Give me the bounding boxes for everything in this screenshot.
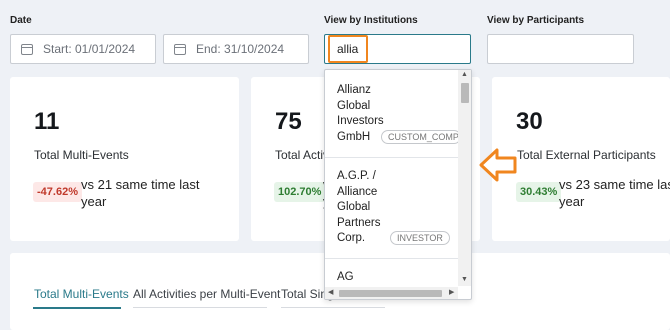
scroll-left-icon[interactable]: ◀ [328, 288, 333, 296]
option-text-line: Allianz [337, 84, 371, 96]
institutions-dropdown-list[interactable]: Allianz Global Investors GmbH CUSTOM_COM… [324, 69, 472, 300]
calendar-icon [21, 43, 33, 55]
kpi-label: Total Activ [275, 148, 330, 162]
kpi-value: 75 [275, 108, 302, 135]
option-text-line: Global [337, 201, 371, 213]
participants-search-input[interactable] [487, 34, 634, 64]
comparison-line: year [559, 194, 585, 209]
kpi-comparison: vs 21 same time last year [81, 176, 200, 210]
option-type-chip: INVESTOR [390, 231, 450, 245]
tab-total-multi-events[interactable]: Total Multi-Events [34, 287, 129, 301]
scroll-up-icon[interactable]: ▲ [461, 71, 468, 78]
option-text-line: Investors [337, 115, 384, 127]
date-filter-label: Date [10, 15, 32, 26]
option-text-line: A.G.P. / [337, 170, 376, 182]
end-date-field[interactable]: End: 31/10/2024 [163, 34, 309, 64]
participants-filter-label: View by Participants [487, 15, 585, 26]
typed-text-highlight [328, 35, 368, 63]
kpi-comparison: vs 23 same time las year [559, 176, 670, 210]
change-badge: 30.43% [516, 182, 562, 202]
kpi-value: 30 [516, 108, 543, 135]
calendar-icon [174, 43, 186, 55]
scroll-down-icon[interactable]: ▼ [461, 276, 468, 283]
institutions-filter-label: View by Institutions [324, 15, 418, 26]
kpi-label: Total Multi-Events [34, 148, 129, 162]
dropdown-option-ag[interactable]: AG [337, 270, 354, 286]
end-date-placeholder: End: 31/10/2024 [196, 42, 285, 56]
option-divider [325, 258, 459, 259]
option-text-line: AG [337, 271, 354, 283]
start-date-field[interactable]: Start: 01/01/2024 [10, 34, 156, 64]
start-date-placeholder: Start: 01/01/2024 [43, 42, 136, 56]
tab-underline [281, 307, 385, 308]
option-text-line: Global [337, 99, 371, 112]
dropdown-option-agp-alliance[interactable]: A.G.P. / Alliance Global Partners Corp. [337, 169, 380, 247]
option-divider [325, 157, 459, 158]
option-type-chip: CUSTOM_COMPA [381, 130, 461, 144]
change-badge: 102.70% [274, 182, 326, 202]
scroll-right-icon[interactable]: ▶ [449, 288, 454, 296]
tab-activities-per-multi-event[interactable]: All Activities per Multi-Event [133, 287, 280, 301]
kpi-label: Total External Participants [517, 148, 656, 162]
dropdown-vertical-scroll-thumb[interactable] [461, 83, 469, 103]
arrow-left-icon [479, 148, 517, 182]
tab-underline [133, 307, 267, 308]
kpi-value: 11 [34, 108, 60, 135]
option-text-line: Alliance [337, 185, 378, 198]
comparison-line: vs 23 same time las [559, 177, 670, 192]
active-tab-indicator [33, 307, 121, 309]
dropdown-option-allianz[interactable]: Allianz Global Investors GmbH [337, 83, 384, 145]
dropdown-horizontal-scroll-thumb[interactable] [339, 290, 442, 297]
comparison-line: year [81, 194, 107, 209]
option-text-line: Partners [337, 216, 381, 229]
change-badge: -47.62% [33, 182, 82, 202]
option-text-line: GmbH [337, 130, 371, 143]
comparison-line: vs 21 same time last [81, 177, 200, 192]
option-text-line: Corp. [337, 232, 366, 244]
